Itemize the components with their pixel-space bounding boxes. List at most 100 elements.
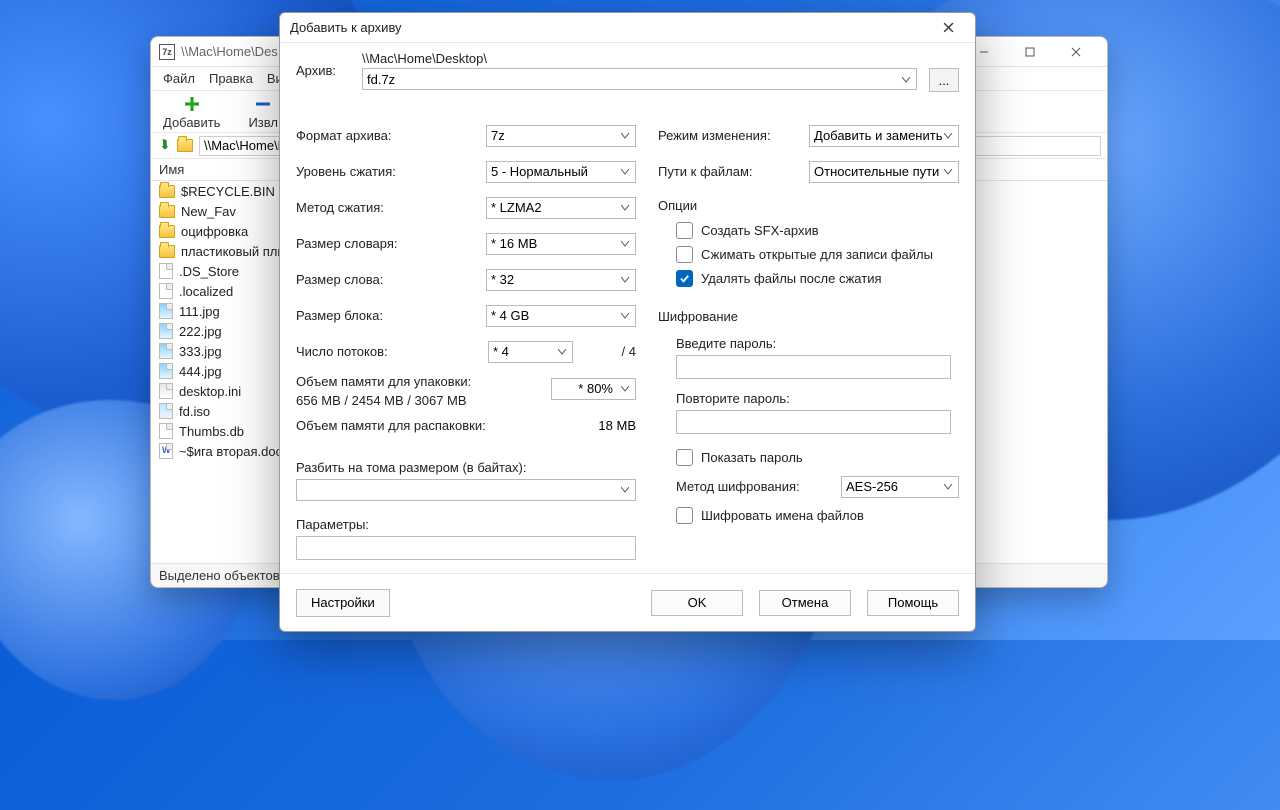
file-icon [159,323,173,339]
chevron-down-icon [616,272,633,289]
file-icon [159,303,173,319]
enc-method-combo[interactable]: AES-256 [841,476,959,498]
menu-edit[interactable]: Правка [209,71,253,86]
password-label: Введите пароль: [676,336,959,351]
file-icon [159,263,173,279]
tool-extract-label: Извл [248,115,278,130]
paths-label: Пути к файлам: [658,164,809,179]
item-name: .DS_Store [179,264,239,279]
archive-label: Архив: [296,51,350,78]
params-label: Параметры: [296,517,636,532]
cancel-button[interactable]: Отмена [759,590,851,616]
compress-open-checkbox[interactable]: Сжимать открытые для записи файлы [676,243,959,267]
mempack-values: 656 MB / 2454 MB / 3067 MB [296,393,551,408]
password2-input[interactable] [676,410,951,434]
options-title: Опции [658,198,959,213]
tool-add[interactable]: Добавить [163,95,220,130]
checkbox-icon [676,507,693,524]
up-arrow-icon[interactable]: ➥ [157,139,171,153]
dlg-close-button[interactable] [931,14,965,42]
update-label: Режим изменения: [658,128,809,143]
ok-button[interactable]: OK [651,590,743,616]
archive-name-combo[interactable]: fd.7z [362,68,917,90]
chevron-down-icon [939,128,956,145]
delete-after-checkbox[interactable]: Удалять файлы после сжатия [676,267,959,291]
menu-file[interactable]: Файл [163,71,195,86]
dlg-title: Добавить к архиву [290,20,402,35]
chevron-down-icon [616,482,633,499]
word-combo[interactable]: * 32 [486,269,636,291]
mempack-pct-combo[interactable]: * 80% [551,378,636,400]
split-combo[interactable] [296,479,636,501]
block-combo[interactable]: * 4 GB [486,305,636,327]
browse-button[interactable]: ... [929,68,959,92]
item-name: ~$ига вторая.doc [179,444,282,459]
settings-button[interactable]: Настройки [296,589,390,617]
level-combo[interactable]: 5 - Нормальный [486,161,636,183]
show-password-checkbox[interactable]: Показать пароль [676,446,959,470]
chevron-down-icon [616,200,633,217]
update-combo[interactable]: Добавить и заменить [809,125,959,147]
item-name: 444.jpg [179,364,222,379]
item-name: 333.jpg [179,344,222,359]
file-icon [159,403,173,419]
tool-extract[interactable]: Извл [248,95,278,130]
close-button[interactable] [1053,37,1099,67]
chevron-down-icon [616,308,633,325]
chevron-down-icon [939,164,956,181]
format-combo[interactable]: 7z [486,125,636,147]
item-name: оцифровка [181,224,248,239]
sfx-checkbox[interactable]: Создать SFX-архив [676,219,959,243]
help-button[interactable]: Помощь [867,590,959,616]
checkbox-icon [676,246,693,263]
item-name: New_Fav [181,204,236,219]
file-icon [159,363,173,379]
dlg-titlebar: Добавить к архиву [280,13,975,43]
folder-icon [159,245,175,258]
threads-max: / 4 [581,344,636,359]
block-label: Размер блока: [296,308,486,323]
file-icon [159,383,173,399]
encryption-title: Шифрование [658,309,959,324]
file-icon [159,423,173,439]
chevron-down-icon [616,128,633,145]
chevron-down-icon [553,344,570,361]
params-input[interactable] [296,536,636,560]
dict-combo[interactable]: * 16 MB [486,233,636,255]
method-label: Метод сжатия: [296,200,486,215]
file-icon [159,283,173,299]
item-name: fd.iso [179,404,210,419]
chevron-down-icon [616,164,633,181]
folder-icon [159,205,175,218]
method-combo[interactable]: * LZMA2 [486,197,636,219]
chevron-down-icon [616,236,633,253]
split-label: Разбить на тома размером (в байтах): [296,460,636,475]
tool-add-label: Добавить [163,115,220,130]
dlg-footer: Настройки OK Отмена Помощь [280,573,975,631]
folder-icon [159,225,175,238]
memunpack-label: Объем памяти для распаковки: [296,418,576,433]
item-name: 111.jpg [179,304,220,319]
folder-icon [159,185,175,198]
checkbox-checked-icon [676,270,693,287]
checkbox-icon [676,449,693,466]
dict-label: Размер словаря: [296,236,486,251]
fm-title: \\Mac\Home\Des [181,44,278,59]
threads-label: Число потоков: [296,344,488,359]
item-name: пластиковый пли [181,244,285,259]
maximize-button[interactable] [1007,37,1053,67]
item-name: .localized [179,284,233,299]
file-icon [159,343,173,359]
encrypt-names-checkbox[interactable]: Шифровать имена файлов [676,504,959,528]
paths-combo[interactable]: Относительные пути [809,161,959,183]
chevron-down-icon [939,479,956,496]
app-icon-7z: 7z [159,44,175,60]
threads-combo[interactable]: * 4 [488,341,573,363]
format-label: Формат архива: [296,128,486,143]
add-to-archive-dialog: Добавить к архиву Архив: \\Mac\Home\Desk… [279,12,976,632]
plus-icon [183,95,201,113]
word-label: Размер слова: [296,272,486,287]
memunpack-value: 18 MB [576,418,636,433]
password-input[interactable] [676,355,951,379]
folder-icon [177,139,193,152]
